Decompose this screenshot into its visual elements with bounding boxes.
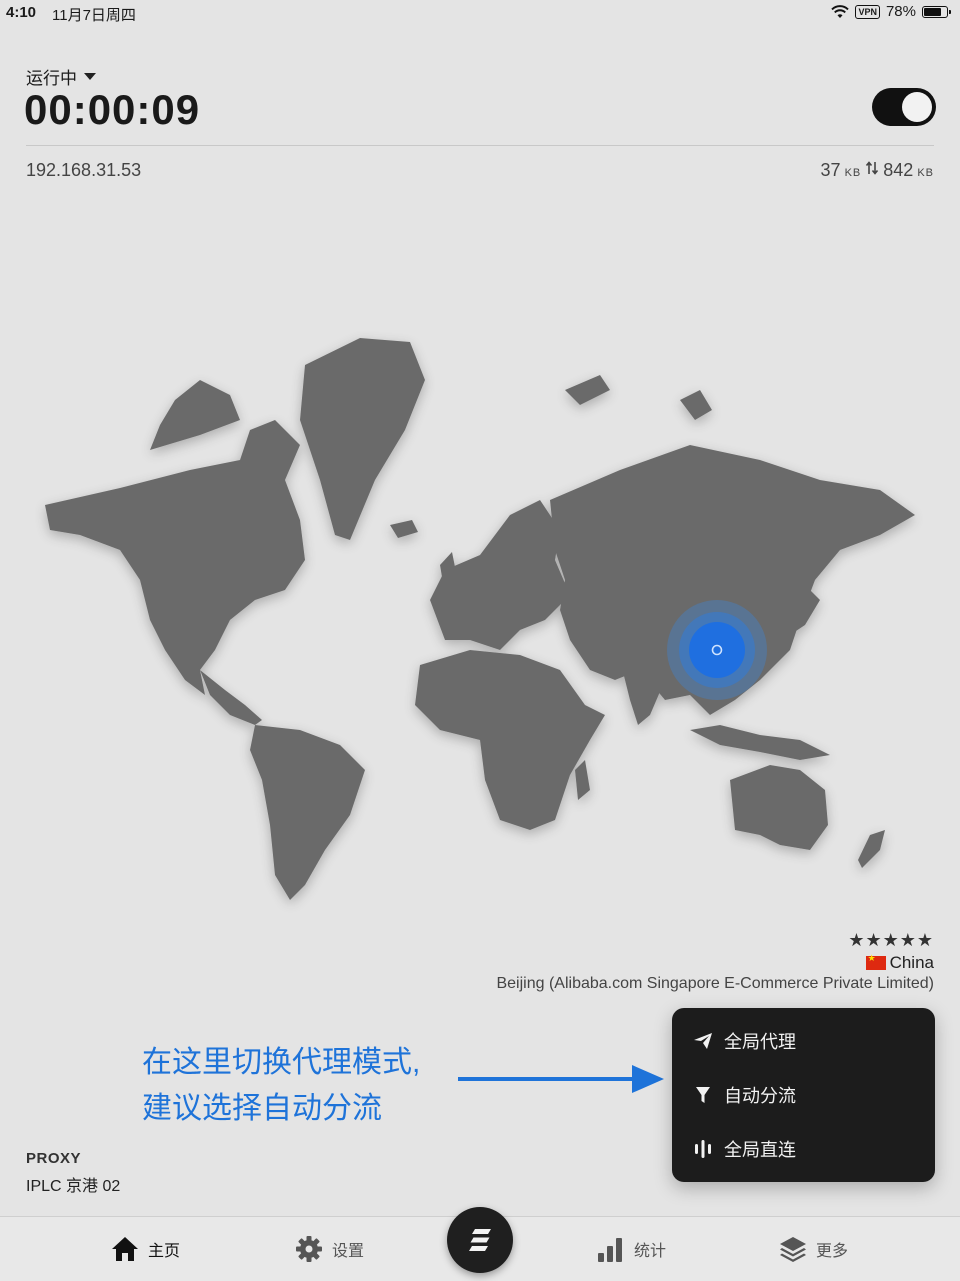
traffic-stats: 37 KB 842 KB: [821, 160, 934, 181]
paper-plane-icon: [694, 1033, 712, 1049]
new-zealand: [858, 830, 885, 868]
layers-icon: [780, 1237, 806, 1262]
battery-icon: [922, 5, 951, 18]
connection-timer: 00:00:09: [24, 86, 201, 133]
tab-bar: 主页 设置 统计 更多: [0, 1207, 960, 1281]
proxy-label: PROXY: [26, 1150, 82, 1167]
north-america: [45, 420, 305, 695]
gear-icon: [296, 1236, 322, 1262]
annotation-line-2: 建议选择自动分流: [142, 1092, 382, 1125]
upload-value: 37: [820, 160, 841, 180]
proxy-node[interactable]: IPLC 京港 02: [26, 1172, 120, 1196]
wifi-icon: [831, 4, 850, 18]
china-flag-icon: [865, 953, 886, 970]
ip-address: 192.168.31.53: [26, 160, 142, 180]
location-marker: [667, 600, 767, 700]
tab-label: 统计: [634, 1243, 667, 1260]
provider: Beijing (Alibaba.com Singapore E-Commerc…: [496, 975, 934, 992]
arctic-islands: [150, 380, 240, 450]
tab-home[interactable]: 主页: [110, 1235, 180, 1263]
toggle-knob: [902, 92, 932, 122]
download-value: 842: [883, 160, 914, 180]
proxy-mode-menu: 全局代理 自动分流 全局直连: [672, 1008, 935, 1182]
annotation-text: 在这里切换代理模式, 建议选择自动分流: [142, 1040, 420, 1132]
country: China: [496, 953, 934, 973]
australia: [730, 765, 828, 850]
status-date: 11月7日周四: [52, 7, 136, 24]
tab-label: 设置: [332, 1243, 365, 1260]
tab-more[interactable]: 更多: [778, 1235, 848, 1263]
logo-icon: [469, 1229, 491, 1251]
central-america: [200, 670, 262, 725]
greenland: [300, 338, 425, 540]
menu-item-global-direct[interactable]: 全局直连: [692, 1134, 796, 1164]
bars-icon: [695, 1140, 711, 1158]
menu-item-label: 全局代理: [724, 1032, 796, 1052]
iceland: [390, 520, 418, 538]
location-info: ★★★★★ China Beijing (Alibaba.com Singapo…: [496, 930, 934, 993]
download-unit: KB: [917, 167, 934, 179]
russia-islands: [565, 375, 610, 405]
connection-toggle[interactable]: [872, 88, 936, 126]
home-icon: [112, 1237, 138, 1261]
world-map: [45, 338, 915, 900]
status-indicators: VPN 78%: [831, 3, 951, 20]
battery-percent: 78%: [885, 3, 916, 20]
tab-settings[interactable]: 设置: [294, 1235, 364, 1263]
southeast-asia: [690, 725, 830, 760]
upload-unit: KB: [844, 167, 862, 179]
tab-stats[interactable]: 统计: [596, 1235, 666, 1263]
chart-icon: [598, 1238, 622, 1262]
menu-item-global-proxy[interactable]: 全局代理: [692, 1026, 796, 1056]
africa: [415, 650, 605, 830]
transfer-arrows-icon: [866, 161, 879, 175]
node-rating: ★★★★★: [848, 930, 934, 950]
vpn-badge: VPN: [855, 4, 880, 19]
country-name: China: [889, 953, 934, 972]
menu-item-label: 全局直连: [724, 1140, 796, 1160]
menu-item-auto-split[interactable]: 自动分流: [692, 1080, 796, 1110]
caret-down-icon: [84, 72, 96, 80]
annotation-line-1: 在这里切换代理模式,: [142, 1046, 421, 1079]
arrow-right-icon: [458, 1065, 664, 1093]
status-time: 4:10: [6, 4, 37, 21]
menu-item-label: 自动分流: [724, 1086, 796, 1106]
tab-label: 更多: [816, 1243, 849, 1260]
tab-label: 主页: [148, 1243, 181, 1260]
status-bar: 4:10 11月7日周四 VPN 78%: [0, 0, 960, 26]
center-action-button[interactable]: [447, 1207, 513, 1273]
south-america: [250, 725, 365, 900]
novaya-zemlya: [680, 390, 712, 420]
madagascar: [575, 760, 590, 800]
filter-icon: [696, 1087, 710, 1103]
header-divider: [26, 145, 934, 146]
battery-fill: [924, 7, 942, 16]
